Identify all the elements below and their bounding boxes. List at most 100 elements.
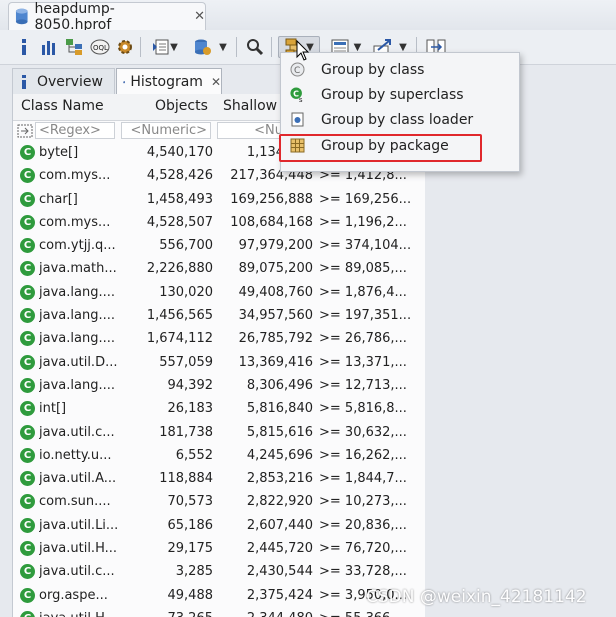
class-icon: C [20, 494, 35, 510]
objects-filter-input[interactable]: <Numeric> [121, 122, 211, 139]
column-header-class-name[interactable]: Class Name [21, 98, 104, 114]
query-browser-icon[interactable]: ▼ [190, 36, 230, 58]
cell-class-name: java.util.D... [39, 354, 118, 370]
cell-objects: 1,458,493 [146, 191, 213, 207]
cell-shallow-heap: 89,075,200 [238, 261, 313, 277]
menu-item-group-by-class[interactable]: C Group by class [281, 57, 519, 82]
cell-objects: 4,528,507 [146, 214, 213, 230]
class-icon: C [20, 471, 35, 487]
table-row[interactable]: Cjava.util.A... 118,884 2,853,216 >= 1,844,… [13, 468, 425, 491]
cell-class-name: java.lang.... [39, 331, 115, 347]
menu-item-group-by-superclass[interactable]: Cs Group by superclass [281, 82, 519, 107]
menu-item-group-by-class-loader[interactable]: Group by class loader [281, 107, 519, 132]
table-row[interactable]: Cjava.lang.... 130,020 49,408,760 >= 1,876,… [13, 282, 425, 305]
cell-shallow-heap: 8,306,496 [246, 377, 313, 393]
dominator-tree-icon[interactable] [64, 36, 84, 58]
class-icon: C [20, 587, 35, 603]
cell-shallow-heap: 2,375,424 [246, 587, 313, 603]
cell-retained-heap: >= 20,836,... [319, 517, 407, 533]
cell-objects: 26,183 [167, 401, 214, 417]
search-icon[interactable] [244, 36, 266, 58]
tab-overview[interactable]: Overview [12, 68, 115, 94]
watermark: CSDN @weixin_42181142 [366, 587, 587, 607]
table-row[interactable]: Cjava.util.H...73,265 2,344,480 >= 55,366,… [13, 608, 425, 617]
table-row[interactable]: Cchar[] 1,458,493 169,256,888 >= 169,256... [13, 189, 425, 212]
cell-class-name: com.mys... [39, 214, 111, 230]
table-row[interactable]: Cjava.util.Li... 65,186 2,607,440 >= 20,836… [13, 515, 425, 538]
close-icon[interactable]: ✕ [211, 75, 221, 89]
cell-shallow-heap: 2,344,480 [221, 611, 313, 617]
highlight-annotation [279, 134, 482, 162]
cell-objects: 1,456,565 [146, 308, 213, 324]
table-row[interactable]: Cjava.util.H... 29,175 2,445,720 >= 76,720,… [13, 538, 425, 561]
svg-text:OQL: OQL [93, 44, 108, 52]
class-icon: C [20, 517, 35, 533]
histogram-table: Class Name Objects Shallow I <Regex> <Nu… [12, 94, 425, 617]
table-row[interactable]: Ccom.sun.... 70,573 2,822,920 >= 10,273,... [13, 491, 425, 514]
info-icon[interactable] [16, 36, 32, 58]
cell-class-name: char[] [39, 191, 78, 207]
cell-shallow-heap: 97,979,200 [238, 238, 313, 254]
table-row[interactable]: Ccom.ytjj.q... 556,700 97,979,200 >= 374,10… [13, 235, 425, 258]
class-icon: C [20, 447, 35, 463]
menu-item-label: Group by superclass [321, 86, 464, 103]
table-row[interactable]: Cint[] 26,183 5,816,840 >= 5,816,8... [13, 398, 425, 421]
table-row[interactable]: Cjava.util.D... 557,059 13,369,416 >= 13,37… [13, 352, 425, 375]
cell-objects: 4,528,426 [146, 168, 213, 184]
table-row[interactable]: Ccom.mys... 4,528,507 108,684,168 >= 1,196,… [13, 212, 425, 235]
editor-tab-heapdump[interactable]: heapdump-8050.hprof ✕ [8, 0, 206, 33]
gear-icon[interactable] [115, 36, 135, 58]
database-icon [15, 8, 28, 25]
editor-tab-title: heapdump-8050.hprof [34, 0, 115, 33]
class-icon: C [20, 564, 35, 580]
table-row[interactable]: Corg.aspe... 49,488 2,375,424 >= 3,950,0... [13, 585, 425, 608]
class-loader-icon [290, 112, 305, 127]
svg-text:C: C [294, 66, 300, 76]
cell-shallow-heap: 4,245,696 [246, 447, 313, 463]
cell-shallow-heap: 2,445,720 [246, 541, 313, 557]
info-icon [22, 74, 26, 89]
class-icon: C [20, 308, 35, 324]
column-header-objects[interactable]: Objects [155, 98, 208, 114]
cell-retained-heap: >= 10,273,... [319, 494, 407, 510]
menu-item-label: Group by class loader [321, 111, 474, 128]
cell-shallow-heap: 2,430,544 [246, 564, 313, 580]
cell-objects: 557,059 [159, 354, 213, 370]
cell-retained-heap: >= 76,720,... [319, 541, 407, 557]
table-row[interactable]: Cio.netty.u... 6,552 4,245,696 >= 16,262,..… [13, 445, 425, 468]
superclass-icon: Cs [290, 87, 305, 103]
table-row[interactable]: Cjava.util.c... 181,738 5,815,616 >= 30,632… [13, 422, 425, 445]
cell-retained-heap: >= 5,816,8... [319, 401, 407, 417]
table-row[interactable]: Cjava.util.c... 3,285 2,430,544 >= 33,728,.… [13, 561, 425, 584]
cell-class-name: io.netty.u... [39, 447, 112, 463]
class-icon: C [20, 145, 35, 160]
table-row[interactable]: Cjava.math... 2,226,880 89,075,200 >= 89,08… [13, 258, 425, 281]
cell-shallow-heap: 26,785,792 [238, 331, 313, 347]
class-circle-icon: C [290, 62, 305, 77]
cell-objects: 49,488 [167, 587, 214, 603]
class-icon: C [20, 191, 35, 207]
cell-shallow-heap: 2,853,216 [246, 471, 313, 487]
table-row[interactable]: Cjava.lang.... 1,674,112 26,785,792 >= 26,7… [13, 328, 425, 351]
histogram-icon[interactable] [40, 36, 58, 58]
class-name-filter-input[interactable]: <Regex> [35, 122, 115, 139]
cell-retained-heap: >= 1,876,4... [319, 284, 407, 300]
cell-retained-heap: >= 12,713,... [319, 377, 407, 393]
run-report-icon[interactable]: ▼ [148, 36, 182, 58]
table-row[interactable]: Cjava.lang.... 94,392 8,306,496 >= 12,713,.… [13, 375, 425, 398]
mouse-cursor-icon [296, 40, 310, 61]
cell-objects: 6,552 [175, 447, 213, 463]
cell-class-name: java.util.A... [39, 471, 117, 487]
class-icon: C [20, 610, 35, 617]
tab-histogram[interactable]: Histogram ✕ [116, 68, 222, 94]
cell-retained-heap: >= 30,632,... [319, 424, 407, 440]
cell-shallow-heap: 169,256,888 [230, 191, 313, 207]
filter-icon [17, 124, 33, 138]
cell-objects: 118,884 [159, 471, 213, 487]
table-row[interactable]: Cjava.lang.... 1,456,565 34,957,560 >= 197,… [13, 305, 425, 328]
cell-shallow-heap: 34,957,560 [238, 308, 313, 324]
column-header-shallow[interactable]: Shallow I [223, 98, 286, 114]
oql-icon[interactable]: OQL [89, 36, 111, 58]
close-icon[interactable]: ✕ [194, 9, 205, 24]
class-icon: C [20, 168, 35, 184]
